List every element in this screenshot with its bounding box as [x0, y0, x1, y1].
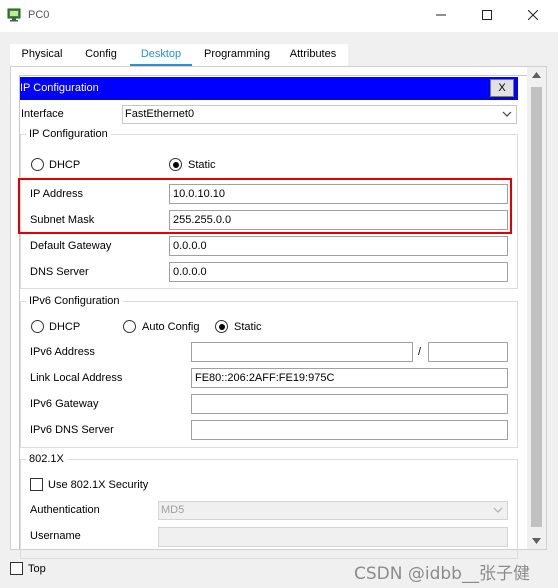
ipv6-dns-label: IPv6 DNS Server — [30, 424, 114, 436]
ipv6-gateway-label: IPv6 Gateway — [30, 398, 99, 410]
scroll-up-icon[interactable] — [531, 71, 542, 79]
tab-config[interactable]: Config — [75, 44, 127, 66]
close-window-button[interactable] — [510, 0, 556, 30]
maximize-icon — [482, 10, 492, 20]
ipv4-static-radio[interactable] — [169, 158, 182, 171]
default-gateway-label: Default Gateway — [30, 240, 112, 252]
ip-config-title: IP Configuration — [20, 82, 99, 94]
ipv6-dhcp-label: DHCP — [49, 321, 81, 333]
use-8021x-checkbox[interactable] — [30, 478, 43, 491]
ipv6-group-legend: IPv6 Configuration — [26, 295, 123, 307]
top-checkbox[interactable] — [10, 562, 23, 575]
link-local-label: Link Local Address — [30, 372, 123, 384]
tab-programming[interactable]: Programming — [196, 44, 276, 66]
dot1x-group-legend: 802.1X — [26, 453, 67, 465]
tab-physical[interactable]: Physical — [12, 44, 72, 66]
vertical-scrollbar[interactable] — [527, 67, 546, 549]
chevron-down-icon — [493, 507, 503, 513]
ipv6-address-input[interactable] — [191, 342, 413, 362]
ipv6-address-label: IPv6 Address — [30, 346, 95, 358]
watermark: CSDN @idbb__张子健 — [354, 564, 530, 584]
ipv4-dhcp-radio[interactable] — [31, 158, 44, 171]
window-title: PC0 — [28, 9, 50, 21]
ip-config-close-button[interactable]: X — [490, 79, 514, 97]
close-icon — [528, 10, 538, 20]
username-input[interactable] — [158, 527, 508, 547]
ipv6-prefix-input[interactable] — [428, 342, 508, 362]
interface-select[interactable]: FastEthernet0 — [122, 105, 517, 124]
minimize-button[interactable] — [418, 0, 464, 30]
authentication-label: Authentication — [30, 504, 100, 516]
packet-tracer-pc-icon — [7, 8, 21, 22]
interface-label: Interface — [21, 108, 64, 120]
highlight-box — [18, 178, 512, 234]
ipv4-dhcp-label: DHCP — [49, 159, 81, 171]
prefix-slash: / — [418, 346, 422, 358]
link-local-input[interactable]: FE80::206:2AFF:FE19:975C — [191, 368, 508, 388]
scrollbar-thumb[interactable] — [531, 87, 542, 527]
maximize-button[interactable] — [464, 0, 510, 30]
authentication-select[interactable]: MD5 — [158, 501, 508, 520]
minimize-icon — [436, 14, 446, 16]
ipv4-group-legend: IP Configuration — [26, 128, 111, 140]
ipv6-auto-config-label: Auto Config — [142, 321, 200, 333]
ipv6-static-label: Static — [234, 321, 262, 333]
use-8021x-label: Use 802.1X Security — [48, 479, 149, 491]
interface-value: FastEthernet0 — [125, 108, 195, 120]
ipv6-auto-config-radio[interactable] — [123, 320, 136, 333]
ipv6-dns-input[interactable] — [191, 420, 508, 440]
ipv6-static-radio[interactable] — [215, 320, 228, 333]
dns-server-label: DNS Server — [30, 266, 89, 278]
authentication-value: MD5 — [161, 504, 185, 516]
default-gateway-input[interactable]: 0.0.0.0 — [169, 236, 508, 256]
ipv6-dhcp-radio[interactable] — [31, 320, 44, 333]
username-label: Username — [30, 530, 81, 542]
ipv4-static-label: Static — [188, 159, 216, 171]
tab-attributes[interactable]: Attributes — [280, 44, 346, 66]
top-label: Top — [28, 563, 46, 575]
ipv6-gateway-input[interactable] — [191, 394, 508, 414]
tab-desktop[interactable]: Desktop — [130, 44, 192, 66]
scroll-down-icon[interactable] — [531, 537, 542, 545]
chevron-down-icon — [502, 111, 512, 117]
dns-server-input[interactable]: 0.0.0.0 — [169, 262, 508, 282]
ip-config-header: IP Configuration X — [20, 77, 518, 100]
title-bar: PC0 — [0, 0, 558, 32]
